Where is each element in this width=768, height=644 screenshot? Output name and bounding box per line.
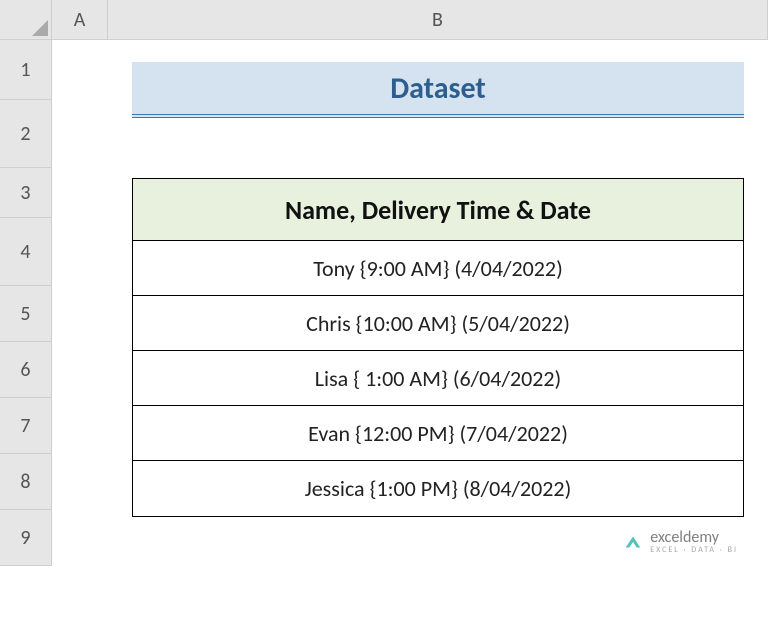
cell-A8[interactable]	[52, 454, 108, 510]
cell-A5[interactable]	[52, 286, 108, 342]
row-header-3[interactable]: 3	[0, 168, 52, 218]
watermark-tag: EXCEL · DATA · BI	[650, 546, 738, 554]
cell-A3[interactable]	[52, 168, 108, 218]
data-table: Name, Delivery Time & Date Tony {9:00 AM…	[132, 178, 744, 517]
row-header-1[interactable]: 1	[0, 40, 52, 100]
cell-A4[interactable]	[52, 218, 108, 286]
title-banner: Dataset	[132, 62, 744, 118]
table-row[interactable]: Tony {9:00 AM} (4/04/2022)	[133, 241, 743, 296]
logo-icon	[622, 531, 644, 553]
table-row[interactable]: Chris {10:00 AM} (5/04/2022)	[133, 296, 743, 351]
row-header-4[interactable]: 4	[0, 218, 52, 286]
row-header-5[interactable]: 5	[0, 286, 52, 342]
table-row[interactable]: Jessica {1:00 PM} (8/04/2022)	[133, 461, 743, 516]
cell-A7[interactable]	[52, 398, 108, 454]
row-header-7[interactable]: 7	[0, 398, 52, 454]
cell-A9[interactable]	[52, 510, 108, 566]
row-header-2[interactable]: 2	[0, 100, 52, 168]
table-row[interactable]: Lisa { 1:00 AM} (6/04/2022)	[133, 351, 743, 406]
row-header-8[interactable]: 8	[0, 454, 52, 510]
content-area: Dataset Name, Delivery Time & Date Tony …	[108, 40, 768, 566]
col-header-B[interactable]: B	[108, 0, 768, 40]
watermark-brand: exceldemy	[650, 530, 738, 546]
row-header-9[interactable]: 9	[0, 510, 52, 566]
col-header-A[interactable]: A	[52, 0, 108, 40]
cell-A2[interactable]	[52, 100, 108, 168]
select-all-corner[interactable]	[0, 0, 52, 40]
table-header[interactable]: Name, Delivery Time & Date	[133, 179, 743, 241]
watermark: exceldemy EXCEL · DATA · BI	[622, 530, 738, 554]
cell-A6[interactable]	[52, 342, 108, 398]
cell-A1[interactable]	[52, 40, 108, 100]
row-header-6[interactable]: 6	[0, 342, 52, 398]
watermark-text: exceldemy EXCEL · DATA · BI	[650, 530, 738, 554]
spreadsheet-grid: A B 1 Dataset Name, Delivery Time & Date…	[0, 0, 768, 566]
title-text: Dataset	[390, 70, 486, 107]
table-row[interactable]: Evan {12:00 PM} (7/04/2022)	[133, 406, 743, 461]
